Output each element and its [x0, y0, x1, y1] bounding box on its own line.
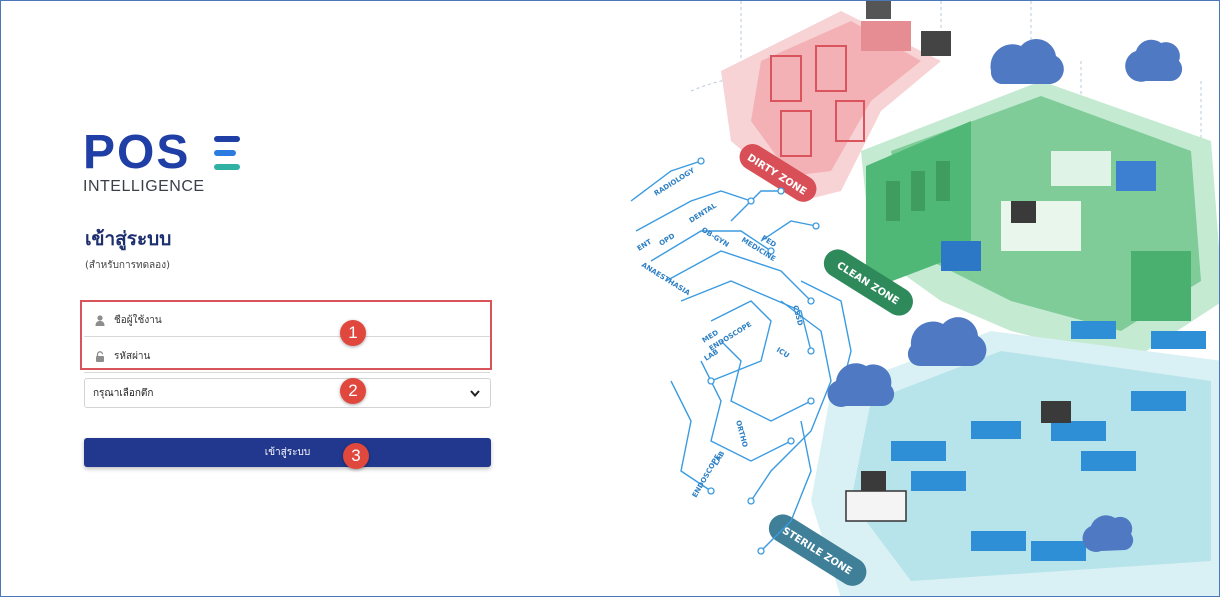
- dept-ortho: ORTHO: [734, 419, 749, 448]
- logo-e-mark: [214, 136, 240, 170]
- dept-endoscope-2: ENDOSCOPE: [691, 453, 722, 499]
- dept-ent: ENT: [636, 238, 654, 253]
- password-input[interactable]: [112, 350, 416, 363]
- dept-icu: ICU: [775, 346, 791, 360]
- username-field-row: [84, 305, 490, 337]
- step-badge-1: 1: [340, 320, 366, 346]
- username-input[interactable]: [112, 314, 416, 327]
- clean-zone-area: [861, 81, 1219, 361]
- step-badge-3: 3: [343, 443, 369, 469]
- password-field-row: [84, 341, 490, 373]
- building-select[interactable]: กรุณาเลือกตึก: [84, 378, 491, 408]
- dept-lab: LAB: [703, 348, 720, 363]
- building-select-value: กรุณาเลือกตึก: [93, 387, 154, 399]
- dept-opd: OPD: [658, 232, 677, 248]
- page-title: เข้าสู่ระบบ: [85, 228, 172, 250]
- user-icon: [92, 315, 108, 326]
- pose-logo: POS INTELLIGENCE: [83, 126, 240, 196]
- dept-dental: DENTAL: [688, 201, 719, 224]
- credentials-group: [84, 305, 490, 373]
- dept-radiology: RADIOLOGY: [653, 166, 697, 198]
- dept-ob-gyn: OB-GYN: [700, 226, 730, 249]
- hospital-zones-illustration: DIRTY ZONE CLEAN ZONE STERILE ZONE RADIO…: [611, 1, 1219, 596]
- login-button[interactable]: เข้าสู่ระบบ: [84, 438, 491, 467]
- logo-subtitle: INTELLIGENCE: [83, 178, 205, 195]
- login-page: POS INTELLIGENCE เข้าสู่ระบบ (สำหรับการท…: [0, 0, 1220, 597]
- step-badge-2: 2: [340, 378, 366, 404]
- dept-anaesthasia: ANAESTHASIA: [640, 261, 692, 298]
- lock-icon: [92, 351, 108, 362]
- dept-cssd: CSSD: [791, 304, 804, 326]
- sterile-zone-area: [811, 321, 1219, 596]
- logo-wordmark: POS: [83, 126, 191, 179]
- chevron-down-icon: [470, 387, 480, 400]
- page-subtitle: (สำหรับการทดลอง): [85, 260, 170, 271]
